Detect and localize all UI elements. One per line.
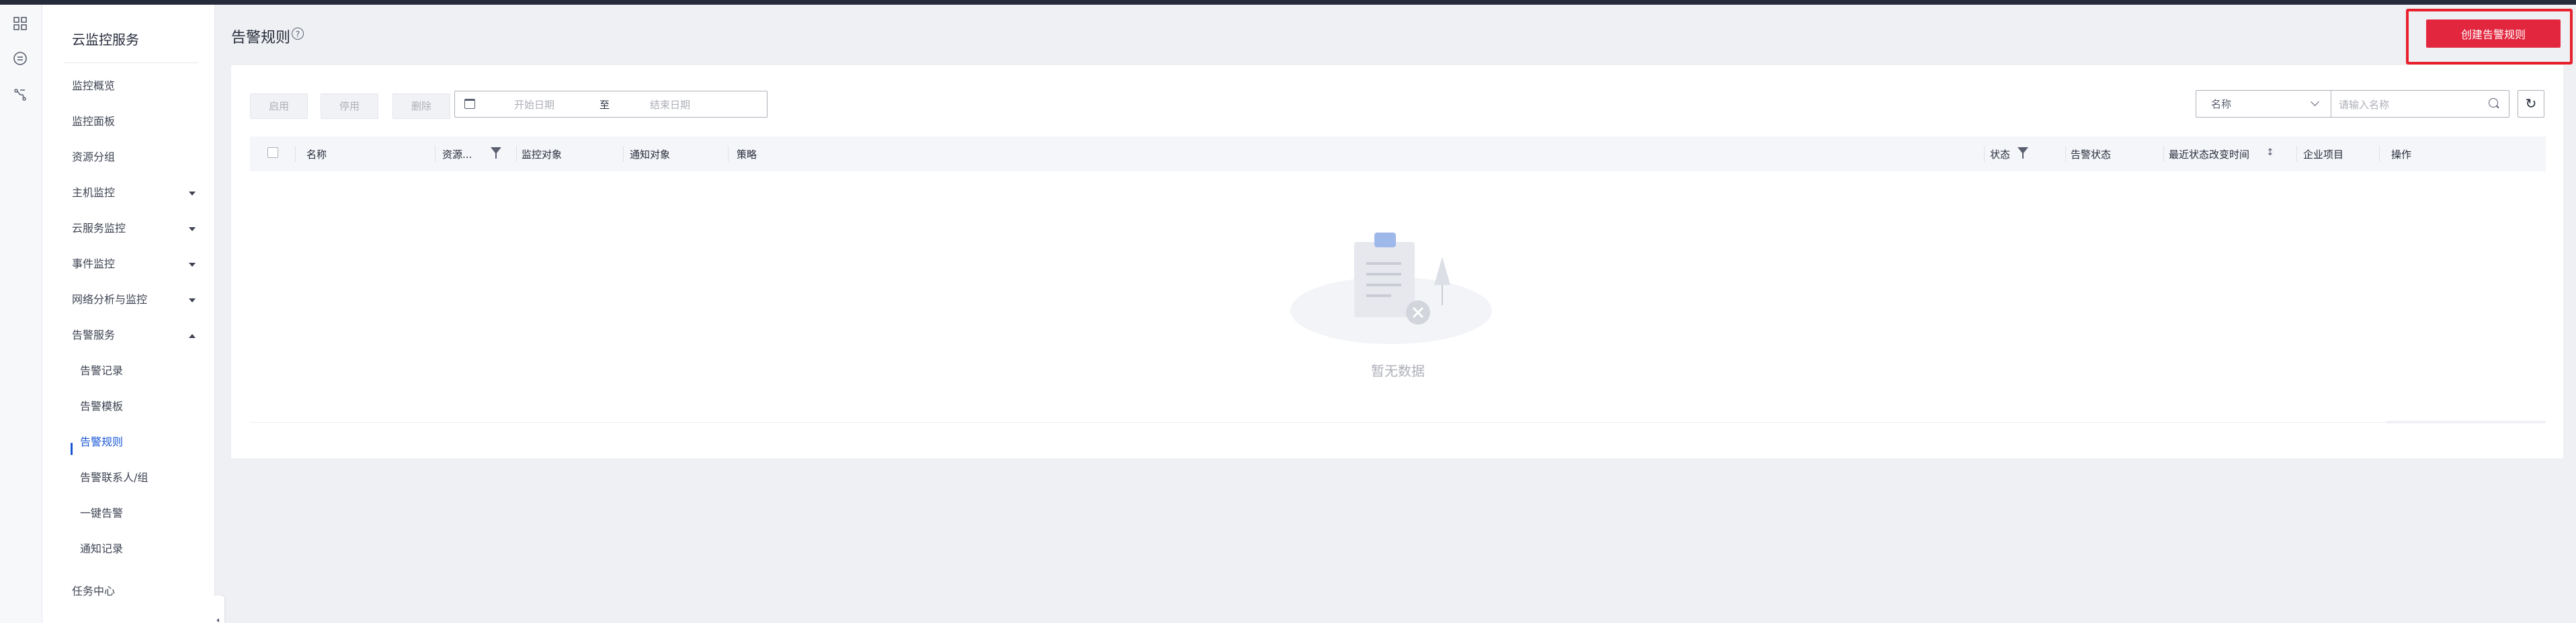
create-alarm-rule-button[interactable]: 创建告警规则: [2426, 19, 2561, 48]
column-header-policy: 策略: [737, 149, 757, 161]
search-field-value: 名称: [2211, 98, 2232, 110]
column-divider: [2379, 146, 2380, 162]
date-end-placeholder[interactable]: 结束日期: [650, 97, 690, 112]
help-icon[interactable]: ?: [292, 28, 304, 40]
chevron-up-icon: [189, 334, 196, 338]
column-header-resource: 资源...: [442, 149, 472, 161]
refresh-icon: ↻: [2525, 95, 2537, 112]
calendar-icon: [464, 99, 475, 109]
date-start-placeholder[interactable]: 开始日期: [514, 97, 554, 112]
select-all-checkbox[interactable]: [267, 147, 278, 158]
filter-icon[interactable]: [491, 147, 501, 159]
search-input[interactable]: [2337, 95, 2488, 115]
chevron-down-icon: [189, 227, 196, 231]
column-divider: [2065, 146, 2066, 162]
column-divider: [728, 146, 729, 162]
column-header-monitored-object: 监控对象: [522, 149, 563, 161]
column-header-last-status-change: 最近状态改变时间: [2169, 149, 2250, 161]
sidebar: 云监控服务 监控概览 监控面板 资源分组 主机监控 云服务监控 事件监控 网络分…: [42, 5, 215, 623]
sidebar-item-alarm-rules[interactable]: 告警规则: [80, 433, 214, 451]
chevron-down-icon: [2311, 97, 2319, 106]
sidebar-item-network-analysis[interactable]: 网络分析与监控: [72, 291, 206, 308]
search-field-select[interactable]: 名称: [2196, 91, 2331, 117]
sidebar-item-host-monitoring[interactable]: 主机监控: [72, 184, 206, 202]
sidebar-item-dashboards[interactable]: 监控面板: [72, 113, 206, 130]
top-bar: [0, 0, 2576, 5]
sort-icon[interactable]: ↕: [2266, 148, 2276, 157]
chevron-down-icon: [189, 298, 196, 302]
column-divider: [516, 146, 517, 162]
sidebar-item-notification-records[interactable]: 通知记录: [80, 540, 214, 558]
disable-button[interactable]: 停用: [321, 93, 378, 119]
table-bottom-border: [250, 422, 2546, 423]
sidebar-item-event-monitoring[interactable]: 事件监控: [72, 255, 206, 273]
column-divider: [295, 146, 296, 162]
sidebar-item-task-center[interactable]: 任务中心: [72, 583, 206, 600]
sidebar-item-alarm-records[interactable]: 告警记录: [80, 362, 214, 380]
column-header-enterprise-project: 企业项目: [2303, 149, 2344, 161]
sidebar-collapse-handle[interactable]: [212, 595, 224, 623]
delete-button[interactable]: 删除: [392, 93, 450, 119]
search-icon[interactable]: [2489, 98, 2498, 108]
sidebar-item-cloud-service-monitoring[interactable]: 云服务监控: [72, 220, 206, 237]
icon-rail: [0, 5, 42, 623]
sidebar-title: 云监控服务: [72, 32, 139, 48]
sidebar-item-overview[interactable]: 监控概览: [72, 77, 206, 95]
column-header-status: 状态: [1990, 149, 2011, 161]
date-range-picker[interactable]: 开始日期 至 结束日期: [454, 91, 767, 118]
column-header-alarm-status: 告警状态: [2071, 149, 2112, 161]
column-divider: [623, 146, 624, 162]
search-group: 名称: [2196, 90, 2509, 118]
column-header-operation: 操作: [2391, 149, 2412, 161]
refresh-button[interactable]: ↻: [2518, 90, 2544, 118]
sidebar-item-alarm-service[interactable]: 告警服务: [72, 327, 206, 344]
column-divider: [2296, 146, 2297, 162]
dashboard-grid-icon[interactable]: [12, 15, 28, 32]
sidebar-item-alarm-contacts[interactable]: 告警联系人/组: [80, 469, 214, 487]
horizontal-scrollbar[interactable]: [2386, 421, 2546, 423]
sidebar-item-resource-groups[interactable]: 资源分组: [72, 149, 206, 166]
empty-state-illustration: [1290, 233, 1492, 344]
table-header: 名称 资源... 监控对象 通知对象 策略 状态 告警状态 最近状态改变时间 ↕…: [250, 136, 2546, 171]
sidebar-item-alarm-templates[interactable]: 告警模板: [80, 398, 214, 415]
enable-button[interactable]: 启用: [250, 93, 308, 119]
chevron-down-icon: [189, 263, 196, 267]
active-indicator: [71, 443, 73, 455]
empty-state-text: 暂无数据: [1371, 363, 1425, 379]
network-topology-icon[interactable]: [12, 87, 28, 103]
service-list-icon[interactable]: [12, 50, 28, 67]
page-title: 告警规则: [231, 30, 291, 46]
filter-icon[interactable]: [2018, 147, 2028, 159]
date-separator: 至: [599, 99, 610, 111]
column-divider: [1984, 146, 1985, 162]
column-divider: [2163, 146, 2164, 162]
column-header-notification-object: 通知对象: [630, 149, 671, 161]
sidebar-item-one-click-alarm[interactable]: 一键告警: [80, 505, 214, 522]
chevron-down-icon: [189, 192, 196, 196]
column-header-name: 名称: [306, 149, 327, 161]
